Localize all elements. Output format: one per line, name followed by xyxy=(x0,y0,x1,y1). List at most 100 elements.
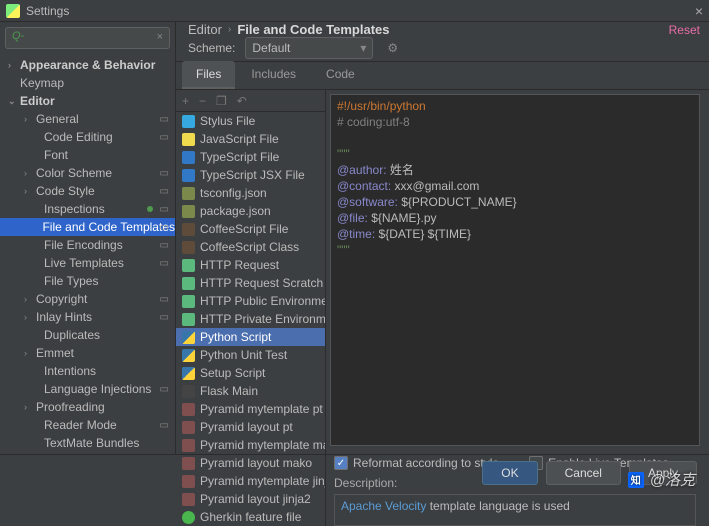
file-type-icon xyxy=(182,313,195,326)
sidebar-item-inspections[interactable]: Inspections▭ xyxy=(0,200,175,218)
file-type-icon xyxy=(182,421,195,434)
template-item-pyramid-layout-jinja2[interactable]: Pyramid layout jinja2 xyxy=(176,490,325,508)
file-type-icon xyxy=(182,511,195,524)
sidebar-item-reader-mode[interactable]: Reader Mode▭ xyxy=(0,416,175,434)
template-item-pyramid-mytemplate-jinja2[interactable]: Pyramid mytemplate jinja2 xyxy=(176,472,325,490)
chevron-icon: › xyxy=(24,348,36,358)
template-item-javascript-file[interactable]: JavaScript File xyxy=(176,130,325,148)
sidebar-item-general[interactable]: ›General▭ xyxy=(0,110,175,128)
template-item-http-private-environment-file[interactable]: HTTP Private Environment File xyxy=(176,310,325,328)
tab-files[interactable]: Files xyxy=(182,61,235,89)
template-list-pane: + − ❐ ↶ Stylus FileJavaScript FileTypeSc… xyxy=(176,90,326,526)
apply-button[interactable]: Apply xyxy=(629,461,697,485)
sidebar-item-editor[interactable]: ⌄Editor xyxy=(0,92,175,110)
sidebar-item-inlay-hints[interactable]: ›Inlay Hints▭ xyxy=(0,308,175,326)
template-item-package-json[interactable]: package.json xyxy=(176,202,325,220)
clear-search-icon[interactable]: × xyxy=(157,31,163,43)
template-item-python-unit-test[interactable]: Python Unit Test xyxy=(176,346,325,364)
file-type-icon xyxy=(182,151,195,164)
velocity-link[interactable]: Apache Velocity xyxy=(341,499,426,513)
file-type-icon xyxy=(182,331,195,344)
template-item-coffeescript-class[interactable]: CoffeeScript Class xyxy=(176,238,325,256)
sidebar-item-file-types[interactable]: File Types xyxy=(0,272,175,290)
sidebar-item-file-and-code-templates[interactable]: File and Code Templates▭ xyxy=(0,218,175,236)
sidebar-item-duplicates[interactable]: Duplicates xyxy=(0,326,175,344)
file-type-icon xyxy=(182,277,195,290)
sidebar-item-code-style[interactable]: ›Code Style▭ xyxy=(0,182,175,200)
template-item-http-public-environment-file[interactable]: HTTP Public Environment File xyxy=(176,292,325,310)
code-editor[interactable]: #!/usr/bin/python # coding:utf-8 """ @au… xyxy=(330,94,700,446)
modified-dot-icon xyxy=(147,206,153,212)
search-input[interactable]: Q- × xyxy=(5,27,170,49)
template-toolbar: + − ❐ ↶ xyxy=(176,90,325,112)
app-icon xyxy=(6,4,20,18)
template-item-pyramid-layout-pt[interactable]: Pyramid layout pt xyxy=(176,418,325,436)
sidebar-item-code-editing[interactable]: Code Editing▭ xyxy=(0,128,175,146)
sidebar-item-textmate-bundles[interactable]: TextMate Bundles xyxy=(0,434,175,452)
project-gear-icon: ▭ xyxy=(160,420,169,431)
close-icon[interactable]: × xyxy=(695,3,703,19)
template-item-typescript-file[interactable]: TypeScript File xyxy=(176,148,325,166)
template-item-pyramid-mytemplate-pt[interactable]: Pyramid mytemplate pt xyxy=(176,400,325,418)
copy-icon[interactable]: ❐ xyxy=(216,94,227,108)
search-placeholder: Q- xyxy=(12,30,24,42)
file-type-icon xyxy=(182,385,195,398)
sidebar-item-intentions[interactable]: Intentions xyxy=(0,362,175,380)
add-icon[interactable]: + xyxy=(182,94,189,108)
template-item-typescript-jsx-file[interactable]: TypeScript JSX File xyxy=(176,166,325,184)
sidebar-item-color-scheme[interactable]: ›Color Scheme▭ xyxy=(0,164,175,182)
project-gear-icon: ▭ xyxy=(160,240,169,251)
template-item-http-request-scratch[interactable]: HTTP Request Scratch xyxy=(176,274,325,292)
titlebar: Settings × xyxy=(0,0,709,22)
template-item-flask-main[interactable]: Flask Main xyxy=(176,382,325,400)
chevron-down-icon: ▾ xyxy=(360,41,366,55)
template-item-setup-script[interactable]: Setup Script xyxy=(176,364,325,382)
file-type-icon xyxy=(182,367,195,380)
file-type-icon xyxy=(182,223,195,236)
project-gear-icon: ▭ xyxy=(160,204,169,215)
template-item-gherkin-feature-file[interactable]: Gherkin feature file xyxy=(176,508,325,526)
template-item-pyramid-mytemplate-mako[interactable]: Pyramid mytemplate mako xyxy=(176,436,325,454)
file-type-icon xyxy=(182,133,195,146)
chevron-icon: › xyxy=(24,312,36,322)
breadcrumb-leaf: File and Code Templates xyxy=(237,22,389,37)
template-item-stylus-file[interactable]: Stylus File xyxy=(176,112,325,130)
file-type-icon xyxy=(182,475,195,488)
sidebar-item-live-templates[interactable]: Live Templates▭ xyxy=(0,254,175,272)
sidebar-item-file-encodings[interactable]: File Encodings▭ xyxy=(0,236,175,254)
revert-icon[interactable]: ↶ xyxy=(237,94,247,108)
tab-code[interactable]: Code xyxy=(312,61,369,89)
breadcrumb-root[interactable]: Editor xyxy=(188,22,222,37)
settings-tree: ›Appearance & BehaviorKeymap⌄Editor›Gene… xyxy=(0,54,175,454)
sidebar-item-appearance-behavior[interactable]: ›Appearance & Behavior xyxy=(0,56,175,74)
sidebar-item-copyright[interactable]: ›Copyright▭ xyxy=(0,290,175,308)
sidebar-item-keymap[interactable]: Keymap xyxy=(0,74,175,92)
file-type-icon xyxy=(182,493,195,506)
breadcrumb: Editor › File and Code Templates xyxy=(188,22,390,37)
file-type-icon xyxy=(182,295,195,308)
file-type-icon xyxy=(182,169,195,182)
project-gear-icon: ▭ xyxy=(160,186,169,197)
scheme-select[interactable]: Default ▾ xyxy=(245,37,373,59)
chevron-right-icon: › xyxy=(228,24,231,35)
sidebar-item-emmet[interactable]: ›Emmet xyxy=(0,344,175,362)
sidebar-item-font[interactable]: Font xyxy=(0,146,175,164)
sidebar: Q- × ›Appearance & BehaviorKeymap⌄Editor… xyxy=(0,22,176,454)
gear-icon[interactable]: ⚙ xyxy=(387,41,398,55)
ok-button[interactable]: OK xyxy=(482,461,537,485)
template-item-tsconfig-json[interactable]: tsconfig.json xyxy=(176,184,325,202)
main-panel: Editor › File and Code Templates Reset S… xyxy=(176,22,709,454)
reset-link[interactable]: Reset xyxy=(669,23,700,37)
template-item-pyramid-layout-mako[interactable]: Pyramid layout mako xyxy=(176,454,325,472)
sidebar-item-language-injections[interactable]: Language Injections▭ xyxy=(0,380,175,398)
cancel-button[interactable]: Cancel xyxy=(546,461,621,485)
template-item-coffeescript-file[interactable]: CoffeeScript File xyxy=(176,220,325,238)
sidebar-item-proofreading[interactable]: ›Proofreading xyxy=(0,398,175,416)
reformat-checkbox[interactable]: ✓Reformat according to style xyxy=(334,456,499,470)
template-item-python-script[interactable]: Python Script xyxy=(176,328,325,346)
template-item-http-request[interactable]: HTTP Request xyxy=(176,256,325,274)
tab-includes[interactable]: Includes xyxy=(237,61,310,89)
sidebar-item-todo[interactable]: TODO xyxy=(0,452,175,454)
project-gear-icon: ▭ xyxy=(160,114,169,125)
remove-icon[interactable]: − xyxy=(199,94,206,108)
